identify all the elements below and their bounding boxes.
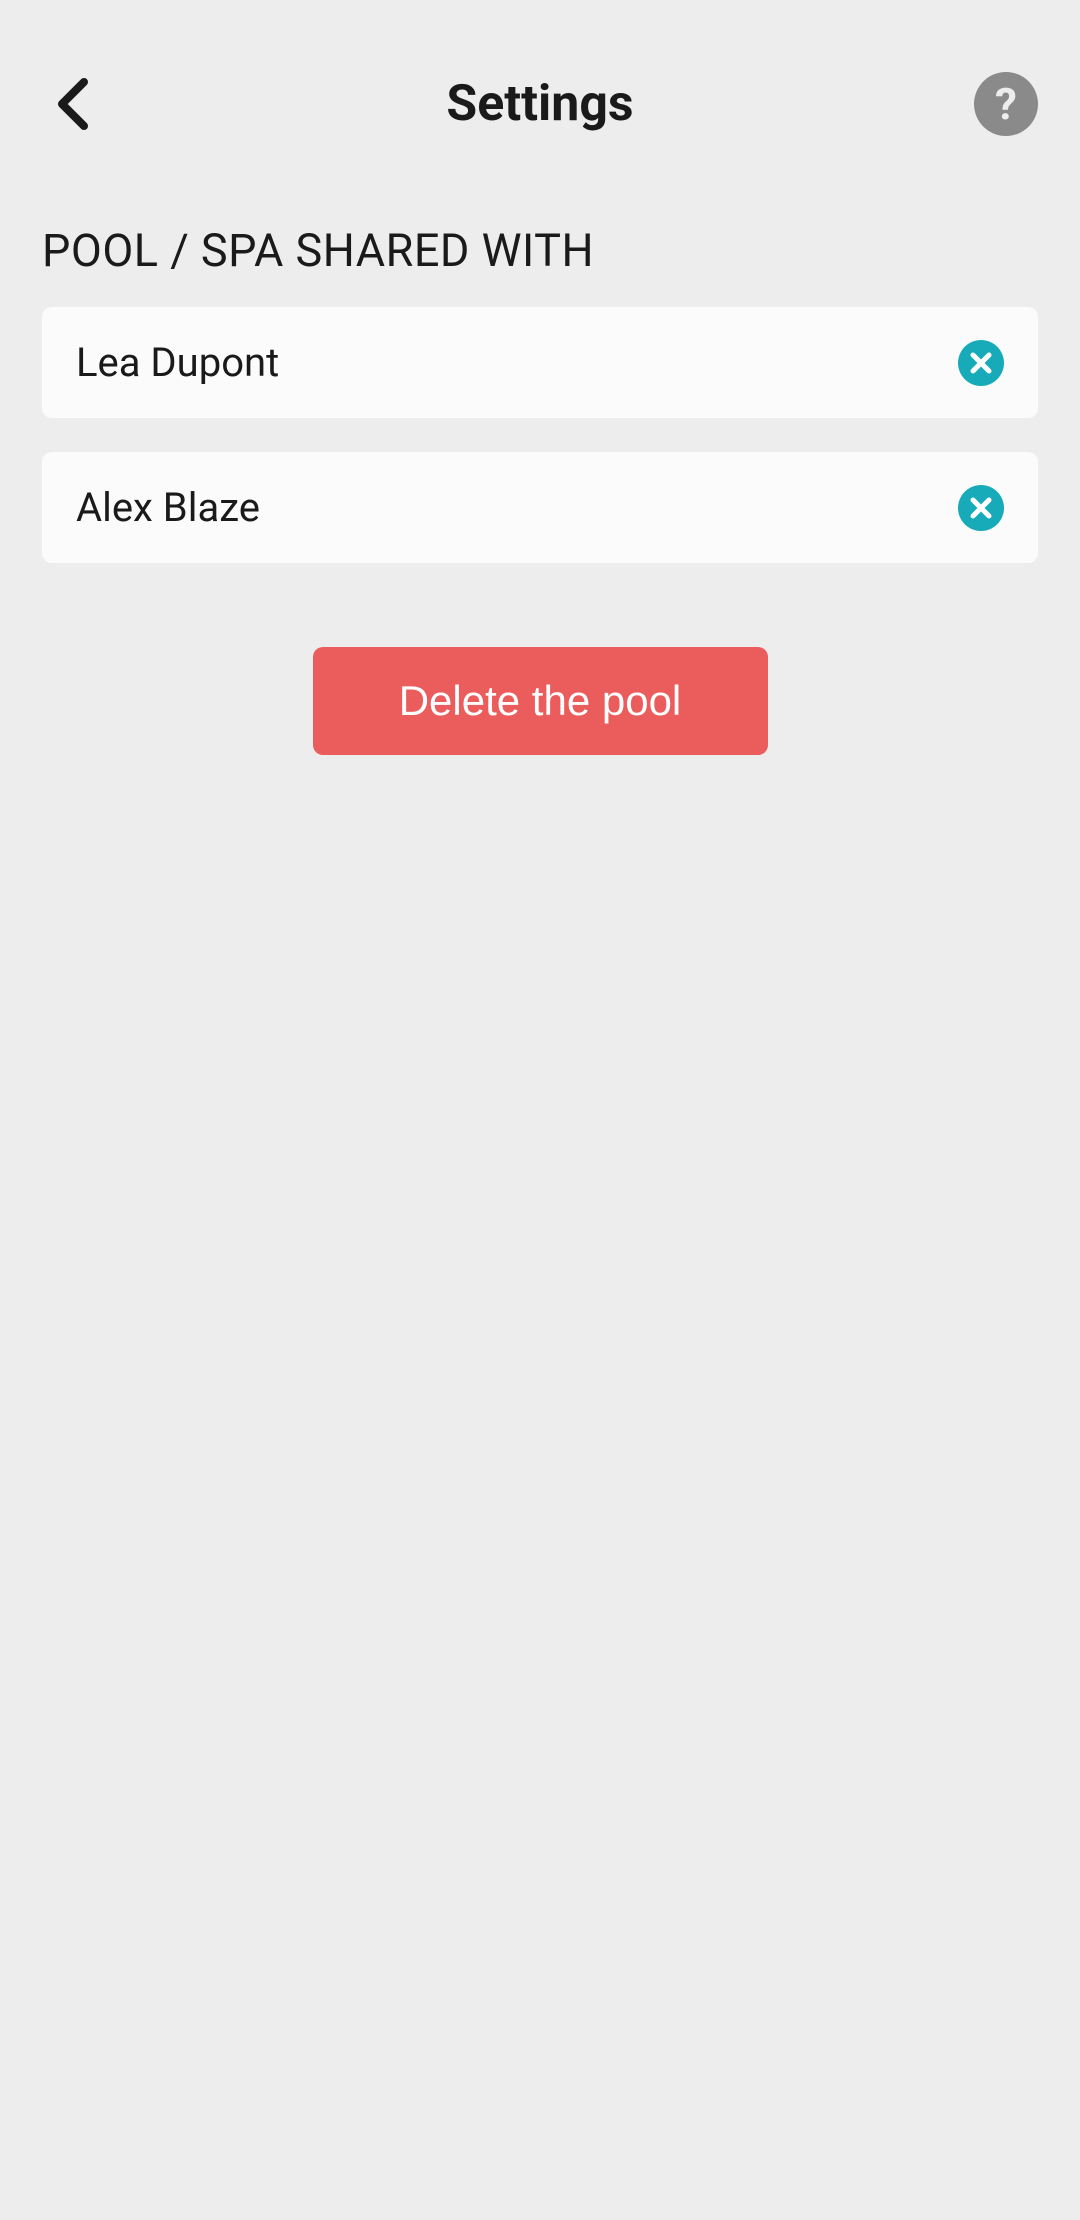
chevron-left-icon <box>54 78 94 130</box>
shared-user-name: Alex Blaze <box>76 484 260 531</box>
shared-users-list: Lea Dupont Alex Blaze <box>0 307 1080 563</box>
shared-user-item: Alex Blaze <box>42 452 1038 563</box>
close-icon <box>970 352 992 374</box>
delete-button-wrapper: Delete the pool <box>0 597 1080 755</box>
header: Settings ? <box>0 0 1080 156</box>
close-icon <box>970 497 992 519</box>
remove-user-button[interactable] <box>958 340 1004 386</box>
question-mark-icon: ? <box>995 78 1017 130</box>
remove-user-button[interactable] <box>958 485 1004 531</box>
section-heading: POOL / SPA SHARED WITH <box>0 156 1080 307</box>
delete-pool-button[interactable]: Delete the pool <box>313 647 768 755</box>
shared-user-name: Lea Dupont <box>76 339 279 386</box>
help-button[interactable]: ? <box>974 72 1038 136</box>
back-button[interactable] <box>42 72 106 136</box>
page-title: Settings <box>446 75 633 133</box>
shared-user-item: Lea Dupont <box>42 307 1038 418</box>
